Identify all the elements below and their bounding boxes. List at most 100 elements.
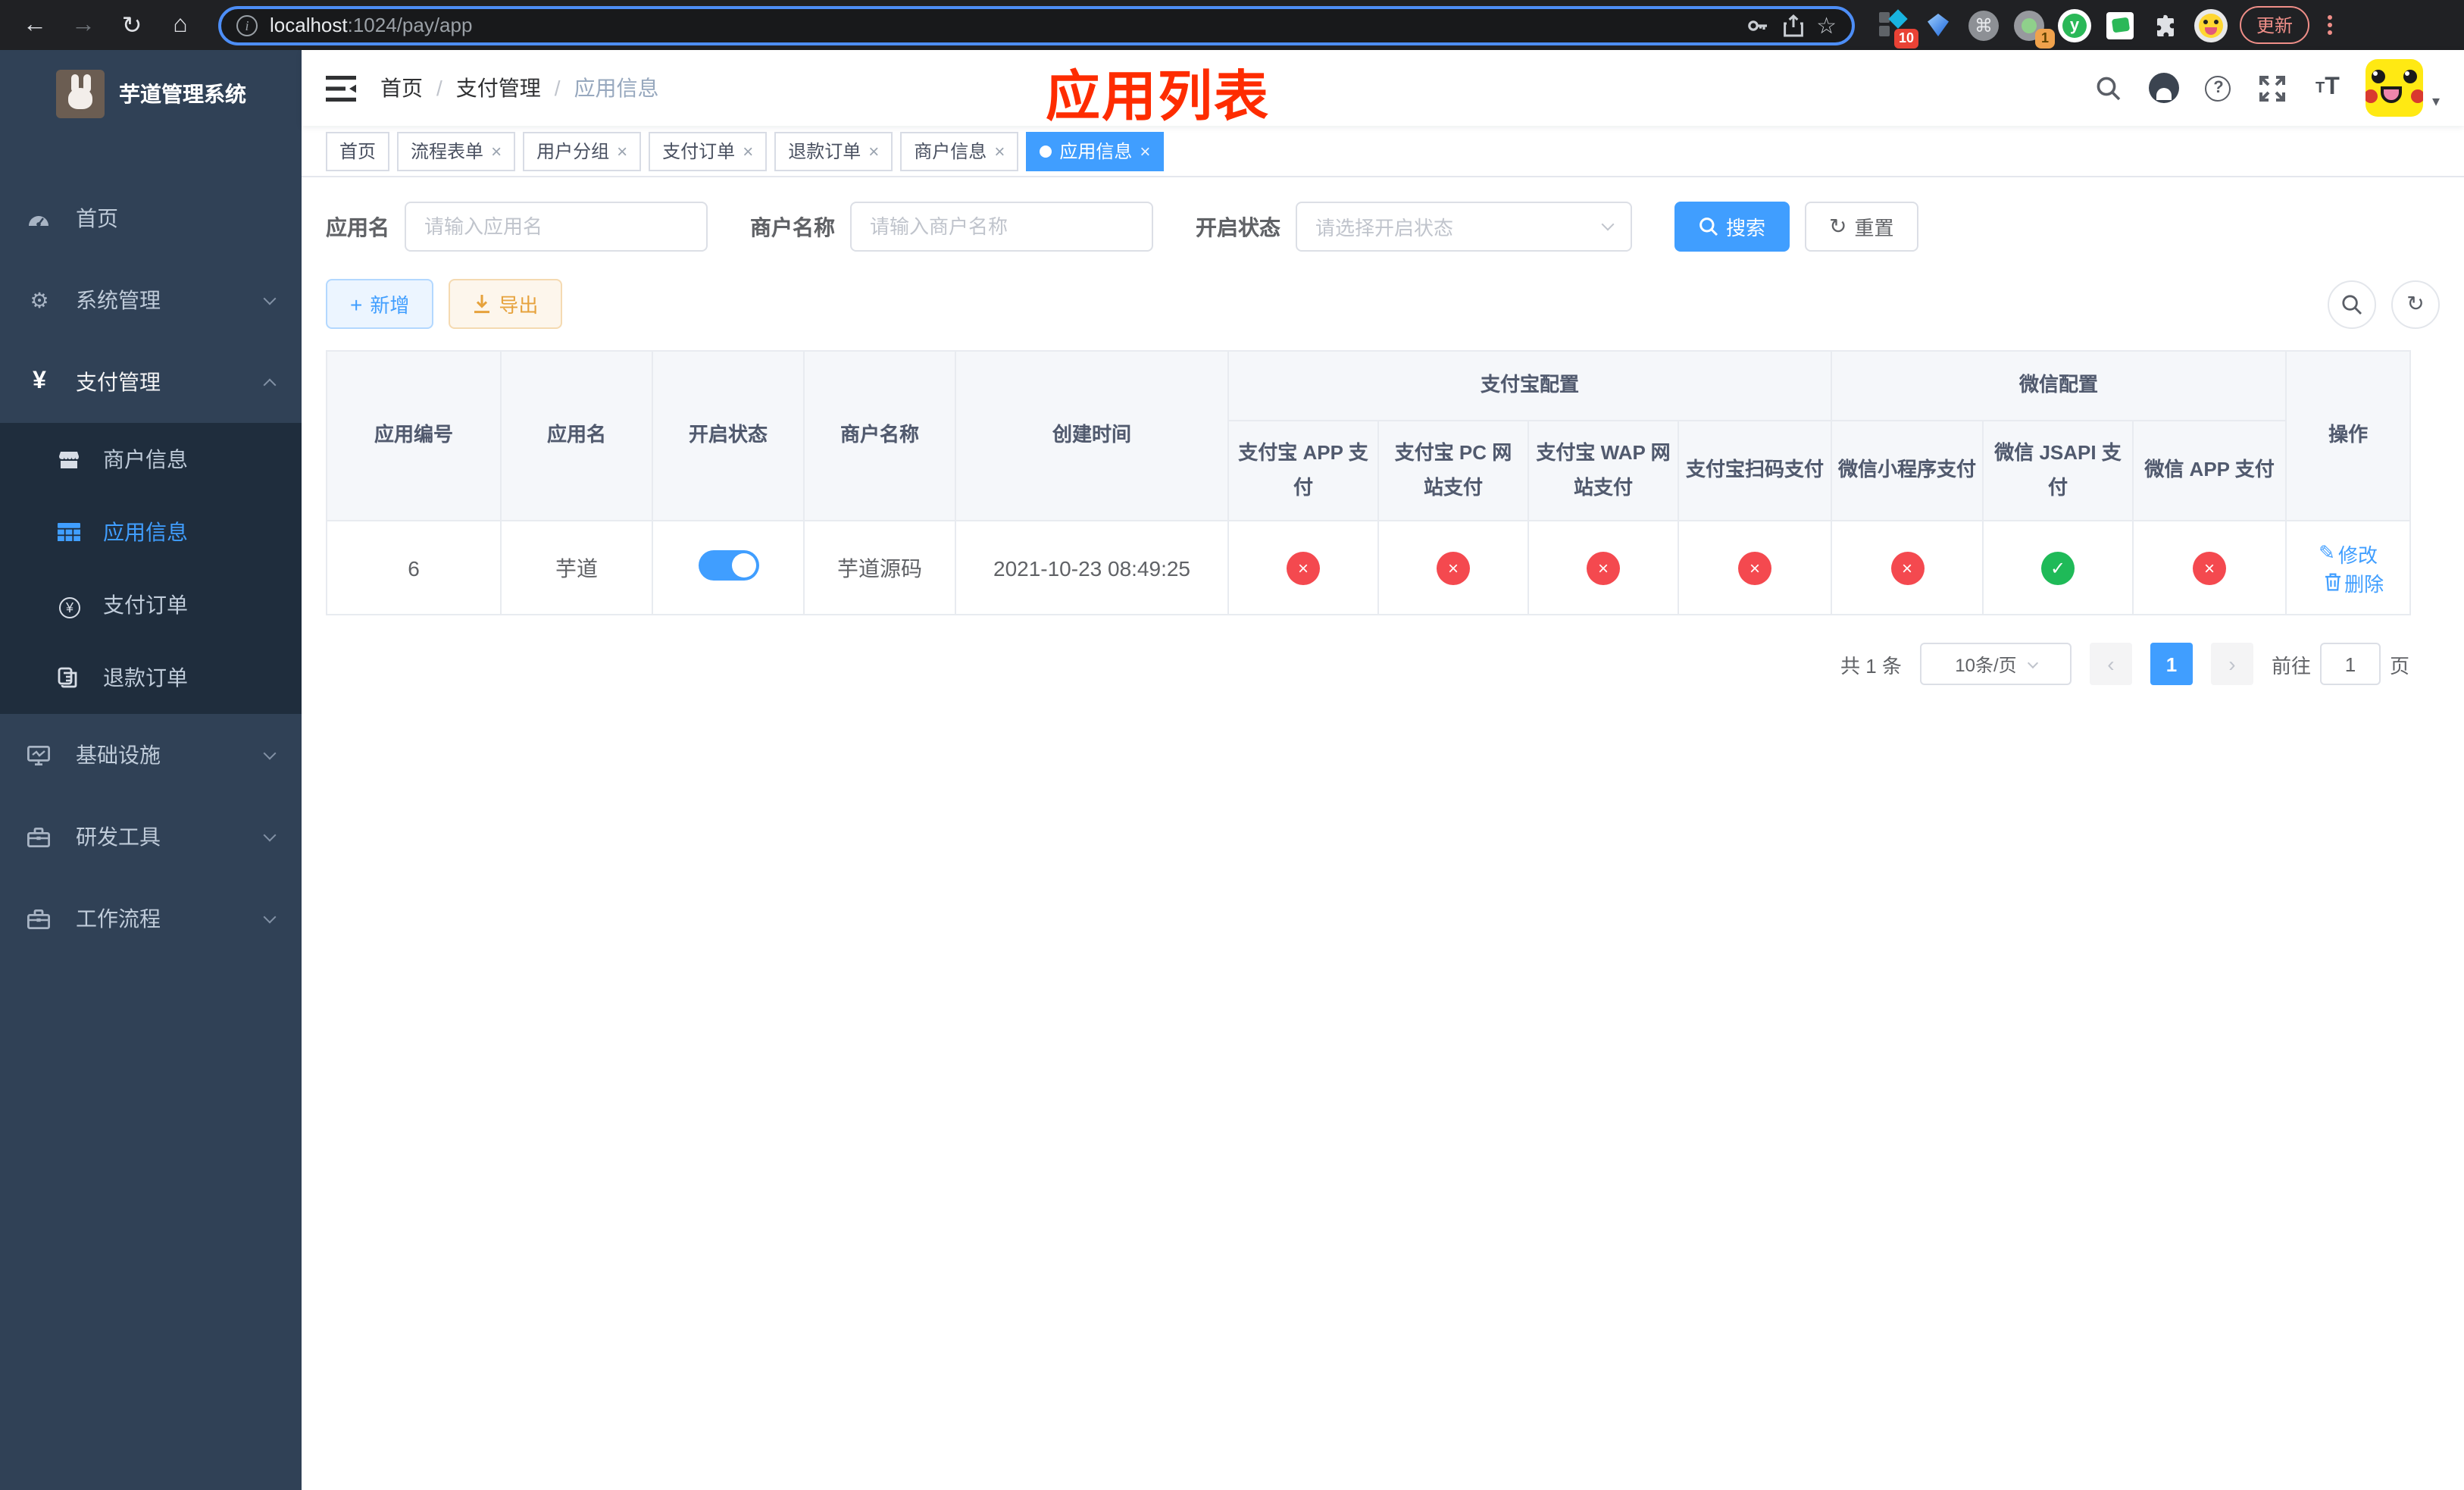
- tab-merchant-info[interactable]: 商户信息 ×: [900, 131, 1019, 171]
- app-name-input[interactable]: [405, 202, 708, 252]
- extensions-puzzle-icon[interactable]: [2149, 8, 2182, 42]
- forward-icon[interactable]: →: [64, 5, 103, 45]
- tab-refund-order[interactable]: 退款订单 ×: [774, 131, 893, 171]
- extension-chat-icon[interactable]: [2103, 8, 2137, 42]
- extension-gem-icon[interactable]: [1921, 8, 1955, 42]
- tab-home[interactable]: 首页: [326, 131, 390, 171]
- font-size-icon[interactable]: TT: [2311, 71, 2344, 105]
- extension-recorder-icon[interactable]: 1: [2012, 8, 2055, 48]
- edit-link[interactable]: ✎ 修改: [2319, 539, 2378, 568]
- tab-pay-order[interactable]: 支付订单 ×: [649, 131, 768, 171]
- share-icon[interactable]: [1781, 13, 1804, 37]
- col-wx-jsapi: 微信 JSAPI 支付: [1982, 420, 2134, 521]
- sidebar-item-merchant-info[interactable]: 商户信息: [0, 423, 302, 496]
- search-icon[interactable]: [2093, 71, 2126, 105]
- search-button[interactable]: 搜索: [1674, 202, 1790, 252]
- extension-grid-icon[interactable]: 10: [1876, 8, 1918, 48]
- cell-created: 2021-10-23 08:49:25: [955, 520, 1229, 615]
- chrome-update-button[interactable]: 更新: [2240, 6, 2310, 44]
- reload-icon[interactable]: ↻: [112, 5, 152, 45]
- tab-process-form[interactable]: 流程表单 ×: [397, 131, 516, 171]
- shop-icon: [58, 449, 82, 469]
- breadcrumb-pay[interactable]: 支付管理: [456, 73, 541, 103]
- goto-page-input[interactable]: [2319, 643, 2381, 685]
- col-created: 创建时间: [955, 350, 1229, 521]
- sidebar-item-devtools[interactable]: 研发工具: [0, 796, 302, 878]
- active-dot: [1040, 145, 1052, 157]
- add-button[interactable]: + 新增: [326, 279, 434, 329]
- next-page-button[interactable]: ›: [2210, 643, 2253, 685]
- sidebar-item-label: 支付订单: [103, 593, 188, 617]
- sidebar-item-label: 支付管理: [76, 370, 161, 394]
- github-icon[interactable]: [2147, 71, 2181, 105]
- cell-actions: ✎ 修改 删除: [2285, 520, 2412, 615]
- site-info-icon[interactable]: i: [236, 14, 258, 36]
- sidebar-item-infra[interactable]: 基础设施: [0, 714, 302, 796]
- back-icon[interactable]: ←: [15, 5, 55, 45]
- gear-icon: ⚙: [30, 287, 49, 311]
- cell-app-id: 6: [326, 520, 502, 615]
- help-icon[interactable]: ?: [2202, 71, 2235, 105]
- user-avatar[interactable]: [2365, 59, 2423, 117]
- reset-button[interactable]: ↻ 重置: [1805, 202, 1918, 252]
- col-app-id: 应用编号: [326, 350, 502, 521]
- breadcrumb-home[interactable]: 首页: [380, 73, 423, 103]
- sidebar-item-label: 商户信息: [103, 447, 188, 471]
- close-icon[interactable]: ×: [868, 140, 879, 161]
- avatar-dropdown-caret-icon[interactable]: ▾: [2432, 94, 2440, 111]
- enable-toggle[interactable]: [698, 550, 758, 581]
- sidebar-item-label: 应用信息: [103, 520, 188, 544]
- sidebar-item-system[interactable]: ⚙ 系统管理: [0, 259, 302, 341]
- prev-page-button[interactable]: ‹: [2089, 643, 2132, 685]
- extension-yudao-icon[interactable]: y: [2058, 8, 2091, 42]
- close-icon[interactable]: ×: [491, 140, 502, 161]
- sidebar-item-pay[interactable]: ¥ 支付管理: [0, 341, 302, 423]
- sidebar: 芋道管理系统 首页 ⚙ 系统管理 ¥ 支付管理 商户信息 应用信息 ¥ 支付订单…: [0, 50, 302, 1490]
- goto-unit: 页: [2389, 654, 2409, 677]
- col-app-name: 应用名: [500, 350, 653, 521]
- search-form: 应用名 商户名称 开启状态 请选择开启状态 搜索 ↻ 重置: [326, 202, 2440, 252]
- sidebar-collapse-icon[interactable]: [326, 75, 356, 101]
- fullscreen-icon[interactable]: [2256, 71, 2290, 105]
- chevron-up-icon: [263, 377, 277, 391]
- status-fail-icon: ×: [1587, 551, 1620, 584]
- url-bar[interactable]: i localhost:1024/pay/app ☆: [218, 5, 1855, 45]
- bookmark-star-icon[interactable]: ☆: [1816, 11, 1837, 39]
- yen-icon: ¥: [33, 368, 46, 394]
- close-icon[interactable]: ×: [617, 140, 627, 161]
- page-size-select[interactable]: 10条/页: [1919, 643, 2072, 685]
- plus-icon: +: [350, 292, 363, 316]
- pagination: 共 1 条 10条/页 ‹ 1 › 前往 页: [326, 643, 2409, 685]
- documents-icon: [58, 667, 82, 688]
- app-logo[interactable]: 芋道管理系统: [0, 50, 302, 138]
- profile-avatar-icon[interactable]: [2194, 8, 2228, 42]
- cell-merchant: 芋道源码: [803, 520, 956, 615]
- export-button[interactable]: 导出: [449, 279, 563, 329]
- toolbox-icon: [27, 827, 52, 847]
- status-select[interactable]: 请选择开启状态: [1296, 202, 1632, 252]
- status-ok-icon: ✓: [2041, 551, 2075, 584]
- sidebar-item-label: 工作流程: [76, 906, 161, 931]
- sidebar-item-home[interactable]: 首页: [0, 177, 302, 259]
- toggle-search-icon[interactable]: [2328, 280, 2376, 328]
- sidebar-item-app-info[interactable]: 应用信息: [0, 496, 302, 568]
- sidebar-item-refund-order[interactable]: 退款订单: [0, 641, 302, 714]
- sidebar-item-workflow[interactable]: 工作流程: [0, 878, 302, 959]
- tab-user-group[interactable]: 用户分组 ×: [523, 131, 642, 171]
- edit-pencil-icon: ✎: [2319, 541, 2335, 564]
- delete-link[interactable]: 删除: [2325, 568, 2384, 596]
- browser-menu-icon[interactable]: [2322, 15, 2338, 35]
- close-icon[interactable]: ×: [1140, 140, 1150, 161]
- refresh-table-icon[interactable]: ↻: [2391, 280, 2440, 328]
- url-text: localhost:1024/pay/app: [270, 14, 473, 36]
- password-key-icon[interactable]: [1745, 13, 1769, 37]
- merchant-name-input[interactable]: [850, 202, 1153, 252]
- tab-app-info[interactable]: 应用信息 ×: [1026, 131, 1165, 171]
- chevron-down-icon: [1601, 218, 1615, 231]
- close-icon[interactable]: ×: [994, 140, 1005, 161]
- close-icon[interactable]: ×: [743, 140, 753, 161]
- home-icon[interactable]: ⌂: [161, 5, 200, 45]
- sidebar-item-pay-order[interactable]: ¥ 支付订单: [0, 568, 302, 641]
- page-1-button[interactable]: 1: [2150, 643, 2193, 685]
- extension-command-icon[interactable]: ⌘: [1967, 8, 2000, 42]
